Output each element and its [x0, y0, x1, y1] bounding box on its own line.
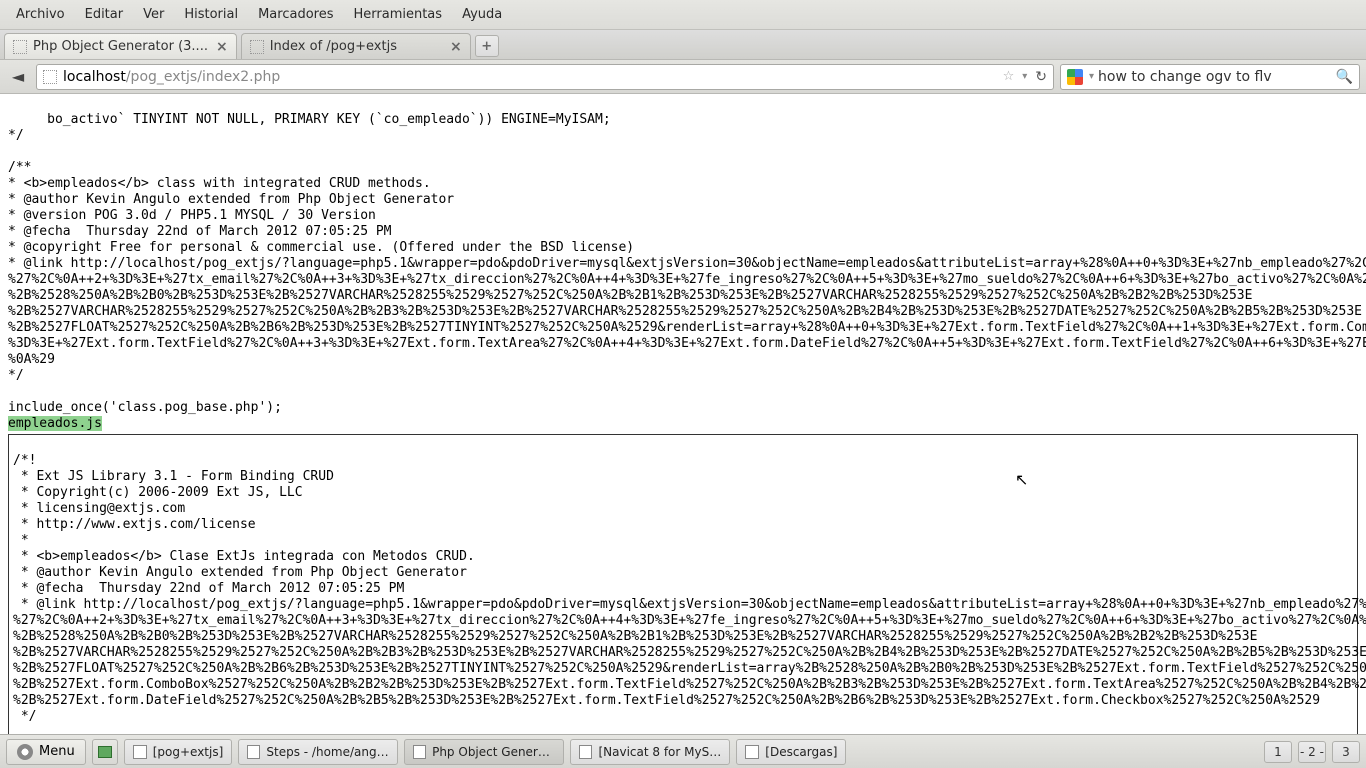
- code-line: %3D%3E+%27Ext.form.TextField%27%2C%0A++3…: [8, 336, 1366, 351]
- code-line: *: [13, 533, 29, 548]
- code-line: * <b>empleados</b> Clase ExtJs integrada…: [13, 549, 475, 564]
- task-descargas[interactable]: [Descargas]: [736, 739, 846, 765]
- code-line: */: [8, 128, 24, 143]
- favicon-icon: [13, 40, 27, 54]
- tab-label: Php Object Generator (3....: [33, 39, 208, 54]
- code-line: bo_activo` TINYINT NOT NULL, PRIMARY KEY…: [8, 112, 611, 127]
- code-line: %27%2C%0A++2+%3D%3E+%27tx_email%27%2C%0A…: [13, 613, 1366, 628]
- tab-pog[interactable]: Php Object Generator (3.... ×: [4, 33, 237, 59]
- taskbar: Menu [pog+extjs] Steps - /home/angul... …: [0, 734, 1366, 768]
- menu-historial[interactable]: Historial: [174, 3, 248, 26]
- mint-logo-icon: [17, 744, 33, 760]
- code-block: /*! * Ext JS Library 3.1 - Form Binding …: [8, 434, 1358, 734]
- app-icon: [579, 745, 592, 759]
- start-menu-label: Menu: [39, 744, 75, 759]
- code-line: */: [13, 709, 36, 724]
- code-line: %2B%2528%250A%2B%2B0%2B%253D%253E%2B%252…: [13, 629, 1257, 644]
- code-line: %2B%2528%250A%2B%2B0%2B%253D%253E%2B%252…: [8, 288, 1252, 303]
- code-line: %2B%2527Ext.form.ComboBox%2527%252C%250A…: [13, 677, 1366, 692]
- code-line: %2B%2527FLOAT%2527%252C%250A%2B%2B6%2B%2…: [8, 320, 1366, 335]
- start-menu-button[interactable]: Menu: [6, 739, 86, 765]
- search-engine-dropdown-icon[interactable]: ▾: [1089, 71, 1094, 82]
- page-content[interactable]: bo_activo` TINYINT NOT NULL, PRIMARY KEY…: [0, 94, 1366, 734]
- url-text: localhost/pog_extjs/index2.php: [63, 69, 999, 85]
- google-icon: [1067, 69, 1083, 85]
- app-icon: [413, 745, 426, 759]
- code-line: %2B%2527Ext.form.DateField%2527%252C%250…: [13, 693, 1320, 708]
- dropdown-icon[interactable]: ▾: [1022, 71, 1027, 82]
- bookmark-star-icon[interactable]: ☆: [1003, 69, 1015, 84]
- code-line: * licensing@extjs.com: [13, 501, 185, 516]
- code-line: * http://www.extjs.com/license: [13, 517, 256, 532]
- code-line: %2B%2527VARCHAR%2528255%2529%2527%252C%2…: [13, 645, 1366, 660]
- selected-filename: empleados.js: [8, 416, 102, 431]
- code-line: */: [8, 368, 24, 383]
- app-menubar: Archivo Editar Ver Historial Marcadores …: [0, 0, 1366, 30]
- menu-marcadores[interactable]: Marcadores: [248, 3, 343, 26]
- code-line: * @link http://localhost/pog_extjs/?lang…: [13, 597, 1366, 612]
- workspace-3[interactable]: 3: [1332, 741, 1360, 763]
- code-line: * Copyright(c) 2006-2009 Ext JS, LLC: [13, 485, 303, 500]
- code-line: include_once('class.pog_base.php');: [8, 400, 282, 415]
- code-line: * Ext JS Library 3.1 - Form Binding CRUD: [13, 469, 334, 484]
- code-line: * @author Kevin Angulo extended from Php…: [13, 565, 467, 580]
- task-navicat[interactable]: [Navicat 8 for MySQL]: [570, 739, 730, 765]
- task-php-object-generator[interactable]: Php Object Generato...: [404, 739, 564, 765]
- new-tab-button[interactable]: +: [475, 35, 499, 57]
- search-icon[interactable]: 🔍: [1336, 69, 1353, 85]
- code-line: %2B%2527VARCHAR%2528255%2529%2527%252C%2…: [8, 304, 1362, 319]
- code-line: %27%2C%0A++2+%3D%3E+%27tx_email%27%2C%0A…: [8, 272, 1366, 287]
- reload-icon[interactable]: ↻: [1035, 69, 1047, 85]
- code-line: /**: [8, 160, 31, 175]
- code-line: * @link http://localhost/pog_extjs/?lang…: [8, 256, 1366, 271]
- toolbar: ◄ localhost/pog_extjs/index2.php ☆ ▾ ↻ ▾…: [0, 60, 1366, 94]
- code-line: %2B%2527FLOAT%2527%252C%250A%2B%2B6%2B%2…: [13, 661, 1366, 676]
- code-line: /*!: [13, 453, 36, 468]
- code-line: * @fecha Thursday 22nd of March 2012 07:…: [8, 224, 392, 239]
- tab-strip: Php Object Generator (3.... × Index of /…: [0, 30, 1366, 60]
- site-icon: [43, 70, 57, 84]
- code-line: * @version POG 3.0d / PHP5.1 MYSQL / 30 …: [8, 208, 376, 223]
- desktop-icon: [98, 746, 112, 758]
- menu-ver[interactable]: Ver: [133, 3, 174, 26]
- menu-ayuda[interactable]: Ayuda: [452, 3, 512, 26]
- tab-label: Index of /pog+extjs: [270, 39, 442, 54]
- code-line: %0A%29: [8, 352, 55, 367]
- code-line: * @copyright Free for personal & commerc…: [8, 240, 634, 255]
- app-icon: [247, 745, 260, 759]
- search-query: how to change ogv to flv: [1098, 69, 1336, 85]
- code-line: * <b>empleados</b> class with integrated…: [8, 176, 431, 191]
- task-pog-extjs[interactable]: [pog+extjs]: [124, 739, 233, 765]
- workspace-2[interactable]: - 2 -: [1298, 741, 1326, 763]
- tab-index[interactable]: Index of /pog+extjs ×: [241, 33, 471, 59]
- favicon-icon: [250, 40, 264, 54]
- close-icon[interactable]: ×: [216, 39, 228, 55]
- close-icon[interactable]: ×: [450, 39, 462, 55]
- app-icon: [745, 745, 759, 759]
- back-button[interactable]: ◄: [6, 65, 30, 89]
- menu-archivo[interactable]: Archivo: [6, 3, 75, 26]
- code-line: * @fecha Thursday 22nd of March 2012 07:…: [13, 581, 404, 596]
- menu-editar[interactable]: Editar: [75, 3, 134, 26]
- url-bar[interactable]: localhost/pog_extjs/index2.php ☆ ▾ ↻: [36, 64, 1054, 90]
- code-line: * @author Kevin Angulo extended from Php…: [8, 192, 454, 207]
- task-steps[interactable]: Steps - /home/angul...: [238, 739, 398, 765]
- workspace-1[interactable]: 1: [1264, 741, 1292, 763]
- show-desktop-button[interactable]: [92, 739, 118, 765]
- search-box[interactable]: ▾ how to change ogv to flv 🔍: [1060, 64, 1360, 90]
- app-icon: [133, 745, 147, 759]
- menu-herramientas[interactable]: Herramientas: [344, 3, 453, 26]
